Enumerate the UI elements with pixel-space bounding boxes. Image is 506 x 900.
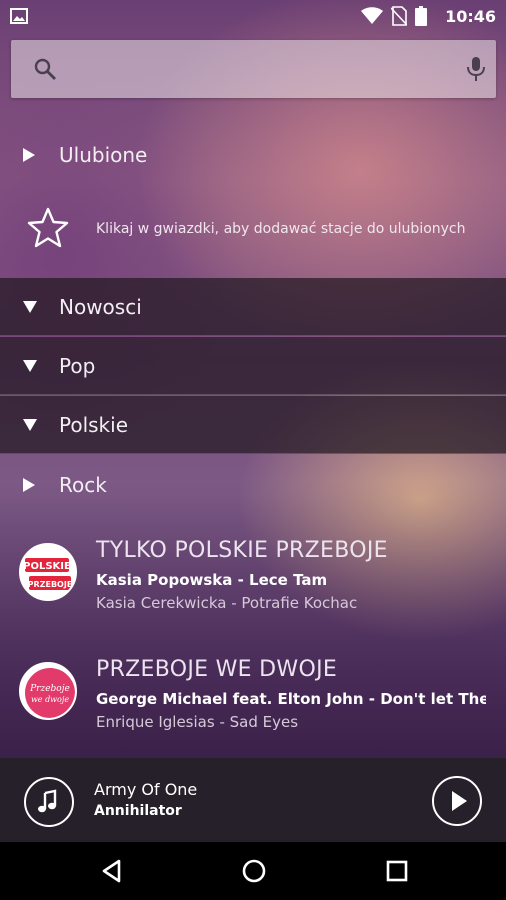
status-bar: 10:46 — [0, 0, 506, 32]
player-track-title: Army Of One — [94, 780, 198, 799]
station-previous: Kasia Cerekwicka - Potrafie Kochac — [96, 594, 358, 612]
station-previous: Enrique Iglesias - Sad Eyes — [96, 713, 299, 731]
status-time: 10:46 — [445, 6, 496, 26]
section-favorites-label: Ulubione — [59, 143, 148, 167]
section-favorites[interactable]: Ulubione — [0, 136, 506, 174]
category-label: Pop — [59, 353, 96, 378]
image-icon — [10, 8, 28, 24]
triangle-down-icon — [23, 300, 37, 313]
home-icon[interactable] — [241, 858, 267, 884]
svg-text:we dwoje: we dwoje — [31, 695, 69, 704]
search-input[interactable] — [75, 54, 445, 84]
svg-text:Przeboje: Przeboje — [29, 684, 70, 694]
category-nowosci[interactable]: Nowosci — [0, 278, 506, 336]
station-logo: Przeboje we dwoje — [19, 662, 77, 720]
triangle-right-icon — [23, 148, 35, 162]
player-artist: Annihilator — [94, 803, 182, 819]
category-rock[interactable]: Rock — [0, 466, 506, 504]
play-icon[interactable] — [434, 778, 480, 824]
station-item-tylko-polskie[interactable]: POLSKIE PRZEBOJE TYLKO POLSKIE PRZEBOJE … — [0, 538, 506, 638]
search-icon[interactable] — [33, 57, 57, 81]
wifi-icon — [361, 7, 384, 24]
station-item-przeboje-we-dwoje[interactable]: Przeboje we dwoje PRZEBOJE WE DWOJE Geor… — [0, 657, 506, 757]
station-name: TYLKO POLSKIE PRZEBOJE — [96, 538, 388, 563]
triangle-down-icon — [23, 418, 37, 431]
triangle-right-icon — [23, 478, 35, 492]
back-icon[interactable] — [99, 858, 125, 884]
music-note-icon — [24, 777, 74, 827]
triangle-down-icon — [23, 359, 37, 372]
station-name: PRZEBOJE WE DWOJE — [96, 657, 338, 682]
star-icon — [27, 207, 69, 248]
mic-icon[interactable] — [464, 56, 488, 82]
system-nav-bar — [0, 842, 506, 900]
search-bar[interactable] — [11, 40, 496, 98]
battery-icon — [415, 6, 428, 26]
recents-icon[interactable] — [384, 858, 410, 884]
play-button[interactable] — [432, 776, 482, 826]
mini-player[interactable]: Army Of One Annihilator — [0, 758, 506, 842]
favorites-hint-text: Klikaj w gwiazdki, aby dodawać stacje do… — [96, 221, 466, 237]
station-now-playing: Kasia Popowska - Lece Tam — [96, 571, 328, 589]
category-label: Rock — [59, 473, 107, 497]
no-sim-icon — [391, 6, 408, 26]
station-logo: POLSKIE PRZEBOJE — [19, 543, 77, 601]
station-now-playing: George Michael feat. Elton John - Don't … — [96, 690, 486, 708]
category-pop[interactable]: Pop — [0, 337, 506, 395]
category-label: Nowosci — [59, 294, 142, 319]
svg-text:PRZEBOJE: PRZEBOJE — [28, 580, 73, 589]
favorites-hint: Klikaj w gwiazdki, aby dodawać stacje do… — [0, 195, 506, 267]
category-polskie[interactable]: Polskie — [0, 396, 506, 454]
category-label: Polskie — [59, 412, 129, 437]
svg-text:POLSKIE: POLSKIE — [23, 561, 71, 572]
